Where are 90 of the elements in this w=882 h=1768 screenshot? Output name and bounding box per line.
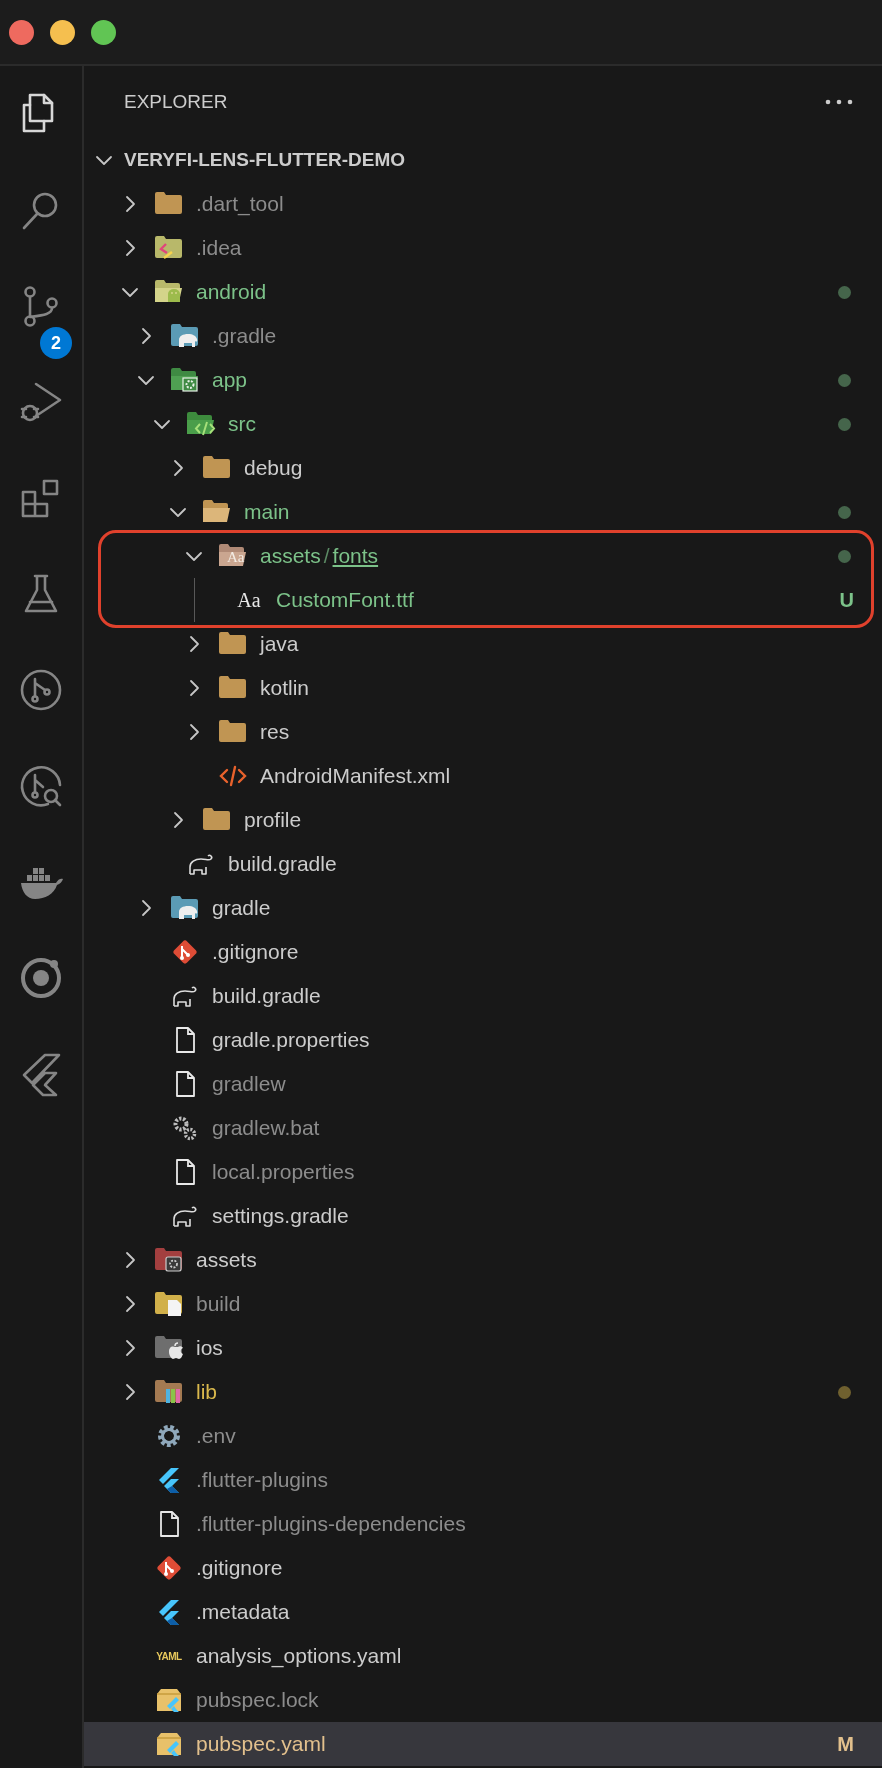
folder-item[interactable]: main [84,490,882,534]
file-item[interactable]: .gitignore [84,1546,882,1590]
package-icon [154,1686,184,1714]
folder-item[interactable]: app [84,358,882,402]
folder-item[interactable]: assets [84,1238,882,1282]
folder-name: profile [244,807,302,834]
file-item[interactable]: gradlew [84,1062,882,1106]
project-name[interactable]: VERYFI-LENS-FLUTTER-DEMO [124,145,406,175]
folder-item[interactable]: java [84,622,882,666]
file-name: AndroidManifest.xml [260,763,451,790]
folder-name: lib [196,1379,217,1406]
file-item[interactable]: .env [84,1414,882,1458]
folder-item[interactable]: kotlin [84,666,882,710]
folder-item[interactable]: res [84,710,882,754]
file-item[interactable]: AndroidManifest.xml [84,754,882,798]
folder-name: src [228,411,256,438]
file-item[interactable]: Aa CustomFont.ttf U [84,578,882,622]
minimize-button[interactable] [50,19,75,45]
folder-name: assets/fonts [260,543,379,570]
file-name: settings.gradle [212,1203,349,1230]
folder-name: debug [244,455,303,482]
font-glyph-icon: Aa [227,550,245,565]
close-button[interactable] [9,19,34,45]
file-item[interactable]: gradle.properties [84,1018,882,1062]
folder-name: ios [196,1335,223,1362]
file-item[interactable]: local.properties [84,1150,882,1194]
folder-name: .dart_tool [196,191,284,218]
file-item[interactable]: build.gradle [84,842,882,886]
file-item[interactable]: pubspec.yaml M [84,1722,882,1766]
file-item[interactable]: settings.gradle [84,1194,882,1238]
count-badge: 2 [40,327,72,359]
folder-item[interactable]: debug [84,446,882,490]
file-name: .gitignore [212,939,299,966]
file-name: analysis_options.yaml [196,1643,402,1670]
file-name: gradle.properties [212,1027,370,1054]
folder-name: app [212,367,248,394]
file-item[interactable]: pubspec.lock [84,1678,882,1722]
folder-name: kotlin [260,675,310,702]
folder-name: assets [196,1247,257,1274]
status-letter: M [837,1732,854,1757]
folder-item[interactable]: .idea [84,226,882,270]
folder-item[interactable]: build [84,1282,882,1326]
folder-item[interactable]: android [84,270,882,314]
folder-item[interactable]: profile [84,798,882,842]
folder-item[interactable]: .gradle [84,314,882,358]
file-item[interactable]: .gitignore [84,930,882,974]
file-name: .gitignore [196,1555,283,1582]
file-item[interactable]: build.gradle [84,974,882,1018]
file-name: .env [196,1423,236,1450]
file-name: .metadata [196,1599,290,1626]
file-item[interactable]: gradlew.bat [84,1106,882,1150]
folder-name: build [196,1291,241,1318]
font-icon: Aa [234,585,264,615]
folder-name: .idea [196,235,242,262]
explorer-title: EXPLORER [124,89,228,114]
package-icon [154,1730,184,1758]
file-name: build.gradle [228,851,337,878]
folder-name: gradle [212,895,271,922]
file-name: build.gradle [212,983,321,1010]
file-name: CustomFont.ttf [276,587,414,614]
folder-item[interactable]: lib [84,1370,882,1414]
branch-circle-icon[interactable] [18,667,64,713]
folder-name: main [244,499,290,526]
source-control-icon[interactable] [24,285,58,327]
file-name: pubspec.yaml [196,1731,326,1758]
yaml-icon: YAML [154,1648,184,1664]
folder-name: java [260,631,299,658]
branch-search-icon[interactable] [18,763,64,809]
file-item[interactable]: .flutter-plugins-dependencies [84,1502,882,1546]
status-letter: U [839,588,854,613]
folder-item[interactable]: .dart_tool [84,182,882,226]
file-name: .flutter-plugins [196,1467,328,1494]
more-actions-icon[interactable] [824,98,854,106]
ring-icon[interactable] [18,955,64,1001]
folder-item[interactable]: gradle [84,886,882,930]
folder-name: res [260,719,290,746]
folder-name: android [196,279,267,306]
file-name: gradlew [212,1071,286,1098]
file-name: .flutter-plugins-dependencies [196,1511,466,1538]
folder-item[interactable]: src [84,402,882,446]
folder-item[interactable]: ios [84,1326,882,1370]
file-item[interactable]: YAML analysis_options.yaml [84,1634,882,1678]
file-name: gradlew.bat [212,1115,320,1142]
folder-name: .gradle [212,323,277,350]
file-name: local.properties [212,1159,355,1186]
file-item[interactable]: .metadata [84,1590,882,1634]
file-name: pubspec.lock [196,1687,319,1714]
file-item[interactable]: .flutter-plugins [84,1458,882,1502]
maximize-button[interactable] [91,19,116,45]
folder-item[interactable]: Aa assets/fonts [84,534,882,578]
